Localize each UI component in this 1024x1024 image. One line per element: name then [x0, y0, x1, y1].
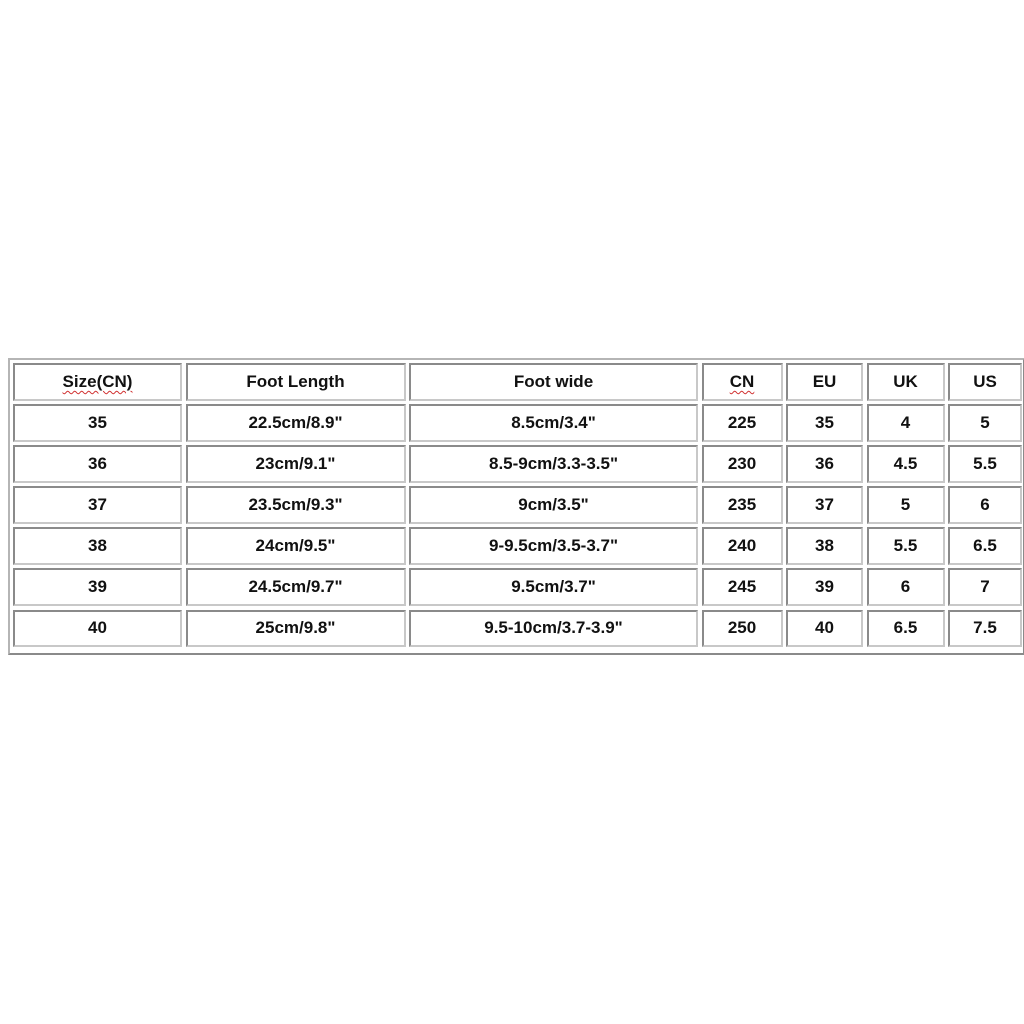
table-cell: 35	[13, 404, 182, 442]
table-cell: 23cm/9.1"	[185, 445, 406, 483]
table-cell: 7	[948, 568, 1022, 607]
header-cell: UK	[866, 363, 945, 401]
table-cell: 9cm/3.5"	[409, 486, 698, 524]
table-cell: 9.5-10cm/3.7-3.9"	[409, 609, 698, 648]
table-cell: 6	[948, 486, 1022, 524]
table-cell: 9-9.5cm/3.5-3.7"	[409, 527, 698, 565]
table-cell: 37	[13, 486, 182, 524]
table-cell: 35	[786, 404, 863, 442]
table-cell: 38	[786, 527, 863, 565]
table-cell: 8.5cm/3.4"	[409, 404, 698, 442]
header-cell: EU	[786, 363, 863, 401]
table-cell: 225	[701, 404, 783, 442]
header-label: US	[973, 371, 997, 391]
table-cell: 23.5cm/9.3"	[185, 486, 406, 524]
table-cell: 230	[701, 445, 783, 483]
table-cell: 37	[786, 486, 863, 524]
table-cell: 235	[701, 486, 783, 524]
table-cell: 22.5cm/8.9"	[185, 404, 406, 442]
header-cell: Foot Length	[185, 363, 406, 401]
table-cell: 245	[701, 568, 783, 607]
table-cell: 6.5	[866, 609, 945, 648]
table-cell: 6.5	[948, 527, 1022, 565]
header-cell: CN	[701, 363, 783, 401]
header-cell: Size(CN)	[13, 363, 182, 401]
table-cell: 8.5-9cm/3.3-3.5"	[409, 445, 698, 483]
table-cell: 24cm/9.5"	[185, 527, 406, 565]
table-cell: 40	[786, 609, 863, 648]
table-cell: 6	[866, 568, 945, 607]
header-cell: US	[948, 363, 1022, 401]
table-cell: 40	[13, 609, 182, 648]
table-cell: 4.5	[866, 445, 945, 483]
table-cell: 5.5	[948, 445, 1022, 483]
header-label: Foot wide	[513, 371, 594, 391]
table-cell: 4	[866, 404, 945, 442]
size-chart-table: Size(CN) Foot Length Foot wide CN EU UK US 35 22…	[8, 358, 1024, 655]
table-cell: 5.5	[866, 527, 945, 565]
table-cell: 5	[948, 404, 1022, 442]
table-cell: 38	[13, 527, 182, 565]
table-cell: 36	[13, 445, 182, 483]
header-cell: Foot wide	[409, 363, 698, 401]
table-cell: 25cm/9.8"	[185, 609, 406, 648]
table-cell: 39	[786, 568, 863, 607]
table-cell: 240	[701, 527, 783, 565]
header-label: UK	[893, 371, 918, 391]
table-cell: 7.5	[948, 609, 1022, 648]
table-cell: 9.5cm/3.7"	[409, 568, 698, 607]
table-cell: 36	[786, 445, 863, 483]
table-cell: 39	[13, 568, 182, 607]
header-label: Size(CN)	[62, 371, 133, 391]
table-cell: 24.5cm/9.7"	[185, 568, 406, 607]
header-label: CN	[729, 371, 755, 391]
header-label: Foot Length	[246, 371, 345, 391]
header-label: EU	[812, 371, 837, 391]
table-cell: 5	[866, 486, 945, 524]
table-cell: 250	[701, 609, 783, 648]
